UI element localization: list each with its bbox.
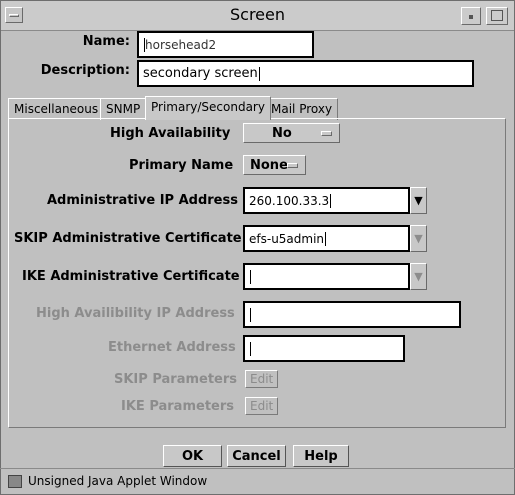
name-label: Name:: [82, 34, 130, 49]
option-menu-icon: [287, 163, 298, 168]
ha-ip-field[interactable]: [243, 301, 461, 328]
primary-name-label: Primary Name: [129, 158, 234, 173]
tab-miscellaneous[interactable]: Miscellaneous: [8, 98, 105, 120]
ike-admin-cert-label: IKE Administrative Certificate: [22, 269, 240, 284]
chevron-down-icon: ▼: [414, 270, 423, 283]
skip-admin-cert-dropdown-button[interactable]: ▼: [410, 225, 427, 252]
ethernet-label: Ethernet Address: [108, 340, 236, 355]
cancel-button[interactable]: Cancel: [227, 445, 286, 467]
ike-params-label: IKE Parameters: [121, 399, 234, 414]
primary-name-value: None: [250, 157, 288, 173]
ike-admin-cert-combo-input[interactable]: [243, 263, 410, 290]
java-applet-icon: [8, 475, 22, 488]
description-label: Description:: [40, 63, 130, 78]
ha-ip-label: High Availibility IP Address: [36, 306, 235, 321]
tab-snmp[interactable]: SNMP: [100, 98, 147, 120]
text-cursor: [250, 269, 251, 284]
chevron-down-icon: ▼: [414, 232, 423, 245]
skip-admin-cert-combo-input[interactable]: efs-u5admin: [243, 225, 410, 252]
description-field-value: secondary screen: [143, 66, 258, 81]
description-field[interactable]: secondary screen: [137, 60, 474, 87]
text-cursor: [325, 231, 327, 246]
skip-params-label: SKIP Parameters: [114, 372, 238, 387]
ethernet-field[interactable]: [243, 335, 405, 362]
ok-button[interactable]: OK: [163, 445, 222, 467]
admin-ip-combo-input[interactable]: 260.100.33.3: [243, 187, 410, 214]
ike-admin-cert-dropdown-button[interactable]: ▼: [410, 263, 427, 290]
ike-params-edit-button[interactable]: Edit: [245, 397, 279, 415]
tab-mail-proxy[interactable]: Mail Proxy: [265, 98, 339, 120]
status-text: Unsigned Java Applet Window: [28, 474, 208, 488]
maximize-button[interactable]: [486, 7, 508, 25]
high-availability-select[interactable]: No: [243, 123, 340, 143]
skip-params-edit-button[interactable]: Edit: [245, 370, 279, 388]
admin-ip-dropdown-button[interactable]: ▼: [410, 187, 427, 214]
maximize-icon: [491, 10, 503, 21]
help-button[interactable]: Help: [293, 445, 349, 467]
chevron-down-icon: ▼: [414, 194, 423, 207]
minimize-icon: [469, 15, 473, 19]
tab-primary-secondary[interactable]: Primary/Secondary: [145, 96, 271, 120]
text-cursor: [330, 193, 332, 208]
admin-ip-label: Administrative IP Address: [47, 193, 238, 208]
minimize-button[interactable]: [461, 7, 481, 25]
skip-admin-cert-value: efs-u5admin: [249, 231, 325, 246]
name-field-value: horsehead2: [145, 37, 217, 52]
skip-admin-cert-label: SKIP Administrative Certificate: [14, 231, 242, 246]
text-cursor: [250, 341, 251, 356]
text-cursor: [258, 66, 260, 81]
admin-ip-value: 260.100.33.3: [249, 193, 330, 208]
name-field[interactable]: horsehead2: [137, 31, 314, 58]
text-cursor: [250, 307, 251, 322]
status-separator: [0, 468, 515, 469]
window-title: Screen: [229, 5, 285, 24]
high-availability-label: High Availability: [110, 126, 231, 141]
primary-name-select[interactable]: None: [243, 155, 306, 175]
option-menu-icon: [321, 131, 332, 136]
high-availability-value: No: [272, 125, 292, 141]
